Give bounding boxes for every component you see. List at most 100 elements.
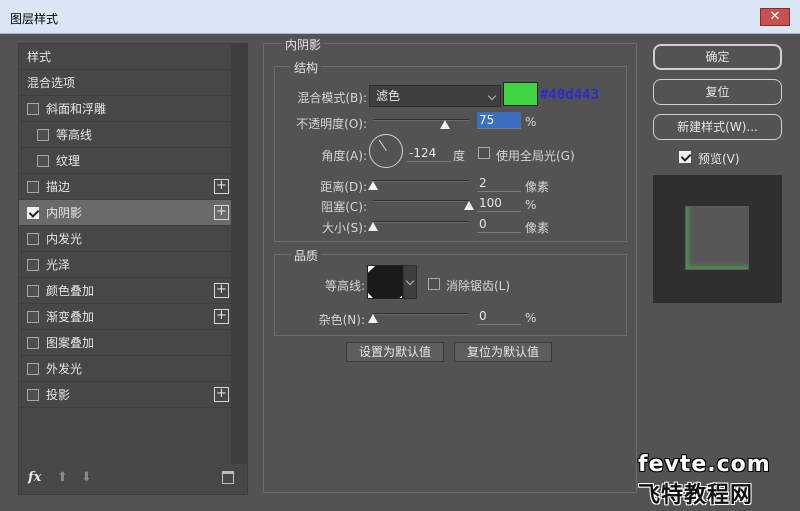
styles-header-label: 样式 — [27, 50, 52, 64]
contour-preview[interactable] — [367, 265, 403, 299]
noise-slider[interactable] — [373, 313, 469, 315]
ok-button[interactable]: 确定 — [653, 44, 782, 70]
style-item-checkbox[interactable] — [27, 285, 39, 297]
styles-header[interactable]: 样式 — [19, 44, 231, 70]
contour-dropdown[interactable] — [403, 265, 417, 299]
style-item-label: 图案叠加 — [46, 336, 95, 350]
style-item[interactable]: 外发光 — [19, 356, 231, 382]
add-effect-icon[interactable]: + — [214, 387, 229, 402]
choke-slider-thumb[interactable] — [464, 201, 474, 210]
size-unit: 像素 — [525, 221, 550, 235]
close-button[interactable]: ✕ — [760, 8, 790, 26]
style-item-label: 等高线 — [56, 128, 93, 142]
styles-footer: fx ⬆ ⬇ — [19, 464, 247, 494]
make-default-button[interactable]: 设置为默认值 — [346, 342, 444, 362]
angle-dial[interactable] — [369, 134, 403, 168]
style-item-checkbox[interactable] — [27, 103, 39, 115]
angle-unit: 度 — [453, 149, 466, 163]
size-slider-thumb[interactable] — [368, 222, 378, 231]
style-preview — [653, 175, 782, 303]
style-item-checkbox[interactable] — [27, 259, 39, 271]
reset-default-button[interactable]: 复位为默认值 — [454, 342, 552, 362]
dialog-body: 样式 混合选项 斜面和浮雕 等高线 纹理 描边 + 内阴影 + 内发光 光泽 颜色叠加 + 渐变叠加 +… — [0, 35, 800, 511]
preview-square — [685, 206, 749, 270]
add-effect-icon[interactable]: + — [214, 283, 229, 298]
chevron-down-icon — [487, 91, 497, 101]
style-item[interactable]: 内发光 — [19, 226, 231, 252]
trash-icon[interactable] — [222, 471, 234, 484]
move-up-icon[interactable]: ⬆ — [57, 470, 68, 485]
style-item-checkbox[interactable] — [27, 181, 39, 193]
opacity-slider[interactable] — [373, 119, 469, 121]
watermark-line1: fevte.com — [638, 452, 771, 477]
choke-input[interactable]: 100 — [477, 195, 521, 212]
styles-list: 样式 混合选项 斜面和浮雕 等高线 纹理 描边 + 内阴影 + 内发光 光泽 颜色叠加 + 渐变叠加 +… — [19, 44, 231, 408]
style-item-checkbox[interactable] — [37, 129, 49, 141]
style-item-label: 外发光 — [46, 362, 83, 376]
style-item[interactable]: 光泽 — [19, 252, 231, 278]
noise-unit: % — [525, 311, 537, 325]
style-item[interactable]: 投影 + — [19, 382, 231, 408]
style-item-checkbox[interactable] — [27, 389, 39, 401]
angle-needle — [378, 139, 387, 151]
watermark-line2: 飞特教程网 — [638, 483, 754, 508]
choke-slider[interactable] — [373, 200, 469, 202]
new-style-button[interactable]: 新建样式(W)... — [653, 114, 782, 140]
section-title: 内阴影 — [282, 36, 325, 53]
preview-checkbox[interactable] — [679, 151, 691, 163]
size-input[interactable]: 0 — [477, 216, 521, 233]
global-light-checkbox[interactable] — [478, 147, 490, 159]
distance-input[interactable]: 2 — [477, 175, 521, 192]
antialias-label: 消除锯齿(L) — [446, 279, 511, 293]
style-item[interactable]: 等高线 — [19, 122, 231, 148]
reset-button[interactable]: 复位 — [653, 79, 782, 105]
add-effect-icon[interactable]: + — [214, 205, 229, 220]
size-slider[interactable] — [373, 221, 469, 223]
style-item-checkbox[interactable] — [27, 207, 39, 219]
style-item-checkbox[interactable] — [27, 311, 39, 323]
style-item-label: 渐变叠加 — [46, 310, 95, 324]
fx-icon[interactable]: fx — [28, 470, 41, 485]
distance-label: 距离(D): — [320, 180, 367, 194]
style-item-label: 内发光 — [46, 232, 83, 246]
noise-input[interactable]: 0 — [477, 308, 521, 325]
shadow-color-swatch[interactable] — [503, 82, 538, 106]
distance-slider-thumb[interactable] — [368, 181, 378, 190]
opacity-input[interactable]: 75 — [477, 112, 521, 129]
choke-label: 阻塞(C): — [321, 200, 367, 214]
opacity-slider-thumb[interactable] — [440, 120, 450, 129]
structure-group: 结构 混合模式(B): 滤色 #40d443 不透明度(O): 75 % 角度(… — [274, 59, 627, 242]
style-item-checkbox[interactable] — [37, 155, 49, 167]
structure-title: 结构 — [291, 59, 322, 76]
style-item[interactable]: 内阴影 + — [19, 200, 231, 226]
style-item-checkbox[interactable] — [27, 363, 39, 375]
angle-input[interactable]: -124 — [407, 145, 451, 162]
blend-mode-select[interactable]: 滤色 — [369, 85, 501, 107]
quality-group: 品质 等高线: 消除锯齿(L) 杂色(N): 0 % — [274, 247, 627, 336]
distance-unit: 像素 — [525, 180, 550, 194]
move-down-icon[interactable]: ⬇ — [81, 470, 92, 485]
distance-slider[interactable] — [373, 180, 469, 182]
style-item[interactable]: 纹理 — [19, 148, 231, 174]
title-bar: 图层样式 ✕ — [0, 0, 800, 34]
noise-slider-thumb[interactable] — [368, 314, 378, 323]
styles-scrollbar[interactable] — [231, 44, 247, 464]
style-item-label: 投影 — [46, 388, 71, 402]
style-item[interactable]: 描边 + — [19, 174, 231, 200]
blend-options-item[interactable]: 混合选项 — [19, 70, 231, 96]
styles-panel: 样式 混合选项 斜面和浮雕 等高线 纹理 描边 + 内阴影 + 内发光 光泽 颜色叠加 + 渐变叠加 +… — [18, 43, 248, 495]
blend-mode-value: 滤色 — [376, 89, 401, 103]
quality-title: 品质 — [291, 247, 322, 264]
style-item[interactable]: 渐变叠加 + — [19, 304, 231, 330]
blend-mode-label: 混合模式(B): — [297, 91, 367, 105]
blend-options-label: 混合选项 — [27, 76, 76, 90]
add-effect-icon[interactable]: + — [214, 309, 229, 324]
add-effect-icon[interactable]: + — [214, 179, 229, 194]
style-item[interactable]: 颜色叠加 + — [19, 278, 231, 304]
style-item[interactable]: 图案叠加 — [19, 330, 231, 356]
style-item-checkbox[interactable] — [27, 337, 39, 349]
style-item-label: 描边 — [46, 180, 71, 194]
style-item-checkbox[interactable] — [27, 233, 39, 245]
antialias-checkbox[interactable] — [428, 278, 440, 290]
style-item[interactable]: 斜面和浮雕 — [19, 96, 231, 122]
